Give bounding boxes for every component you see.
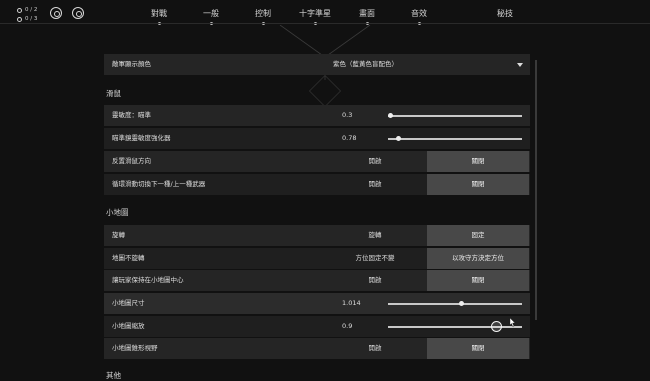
minimap-size-value[interactable]: 1.014 <box>342 293 361 314</box>
side-based-orientation-button[interactable]: 以攻守方決定方位 <box>427 248 529 269</box>
tab-crosshair[interactable]: 十字準星 <box>299 8 331 25</box>
slider-handle[interactable] <box>396 135 402 141</box>
setting-row-sensitivity: 靈敏度：瞄準 0.3 <box>104 105 530 126</box>
sensitivity-value[interactable]: 0.3 <box>342 105 352 126</box>
dropdown-value: 紫色（藍黃色盲配色） <box>333 60 398 68</box>
fixed-orientation-button[interactable]: 方位固定不變 <box>324 248 426 269</box>
scrollbar[interactable] <box>535 60 537 320</box>
top-navigation: 0 / 2 0 / 3 對戰 一般 控制 十字準星 畫面 音效 秘技 <box>0 0 650 25</box>
scope-sensitivity-slider[interactable] <box>388 135 522 141</box>
keep-centered-on-button[interactable]: 開啟 <box>324 270 426 291</box>
hud-counter-a: 0 / 2 <box>17 6 37 15</box>
section-title-other: 其他 <box>106 371 121 380</box>
tab-audio[interactable]: 音效 <box>411 8 427 25</box>
hud-counters: 0 / 2 0 / 3 <box>17 6 37 24</box>
mouse-cursor-icon <box>509 318 516 328</box>
setting-row-rotate: 旋轉 旋轉 固定 <box>104 225 530 246</box>
tab-divider <box>0 23 650 24</box>
tab-combat[interactable]: 對戰 <box>151 8 167 25</box>
settings-gear-icon[interactable] <box>72 7 84 19</box>
vision-cones-off-button[interactable]: 關閉 <box>427 338 529 359</box>
setting-row-minimap-size: 小地圖尺寸 1.014 <box>104 293 530 314</box>
scope-sensitivity-value[interactable]: 0.78 <box>342 128 356 149</box>
minimap-zoom-slider[interactable] <box>388 321 522 332</box>
slider-handle[interactable] <box>388 112 394 118</box>
scroll-weapon-on-button[interactable]: 開啟 <box>324 174 426 195</box>
vision-cones-on-button[interactable]: 開啟 <box>324 338 426 359</box>
tab-general[interactable]: 一般 <box>203 8 219 25</box>
slider-handle[interactable] <box>459 300 465 306</box>
rotate-button[interactable]: 旋轉 <box>324 225 426 246</box>
tab-video[interactable]: 畫面 <box>359 8 375 25</box>
keep-centered-off-button[interactable]: 關閉 <box>427 270 529 291</box>
radiant-points-icon[interactable] <box>50 7 62 19</box>
slider-handle[interactable] <box>491 321 503 332</box>
setting-row-minimap-zoom: 小地圖縮放 0.9 <box>104 316 530 337</box>
section-title-minimap: 小地圖 <box>106 208 129 217</box>
setting-row-scroll-weapon: 循環滑動切換下一種/上一種武器 開啟 關閉 <box>104 174 530 195</box>
tab-controls[interactable]: 控制 <box>255 8 271 25</box>
setting-row-vision-cones: 小地圖錐形視野 開啟 關閉 <box>104 338 530 359</box>
minimap-size-slider[interactable] <box>388 300 522 306</box>
fixed-button[interactable]: 固定 <box>427 225 529 246</box>
setting-row-enemy-highlight-color[interactable]: 敵軍顯示顏色 紫色（藍黃色盲配色） <box>104 54 530 75</box>
tab-cheats[interactable]: 秘技 <box>497 8 513 19</box>
plus-circle-icon <box>17 17 22 22</box>
sensitivity-slider[interactable] <box>388 112 522 118</box>
section-title-mouse: 滑鼠 <box>106 89 121 98</box>
clock-icon <box>17 8 22 13</box>
invert-mouse-off-button[interactable]: 關閉 <box>427 151 529 172</box>
setting-row-invert-mouse: 反置滑鼠方向 開啟 關閉 <box>104 151 530 172</box>
setting-row-fixed-orientation: 地圖不旋轉 方位固定不變 以攻守方決定方位 <box>104 248 530 269</box>
scroll-weapon-off-button[interactable]: 關閉 <box>427 174 529 195</box>
invert-mouse-on-button[interactable]: 開啟 <box>324 151 426 172</box>
minimap-zoom-value[interactable]: 0.9 <box>342 316 352 337</box>
chevron-down-icon <box>517 63 523 67</box>
setting-row-keep-centered: 讓玩家保持在小地圖中心 開啟 關閉 <box>104 270 530 291</box>
setting-row-scope-sensitivity: 瞄準鏡靈敏度強化器 0.78 <box>104 128 530 149</box>
